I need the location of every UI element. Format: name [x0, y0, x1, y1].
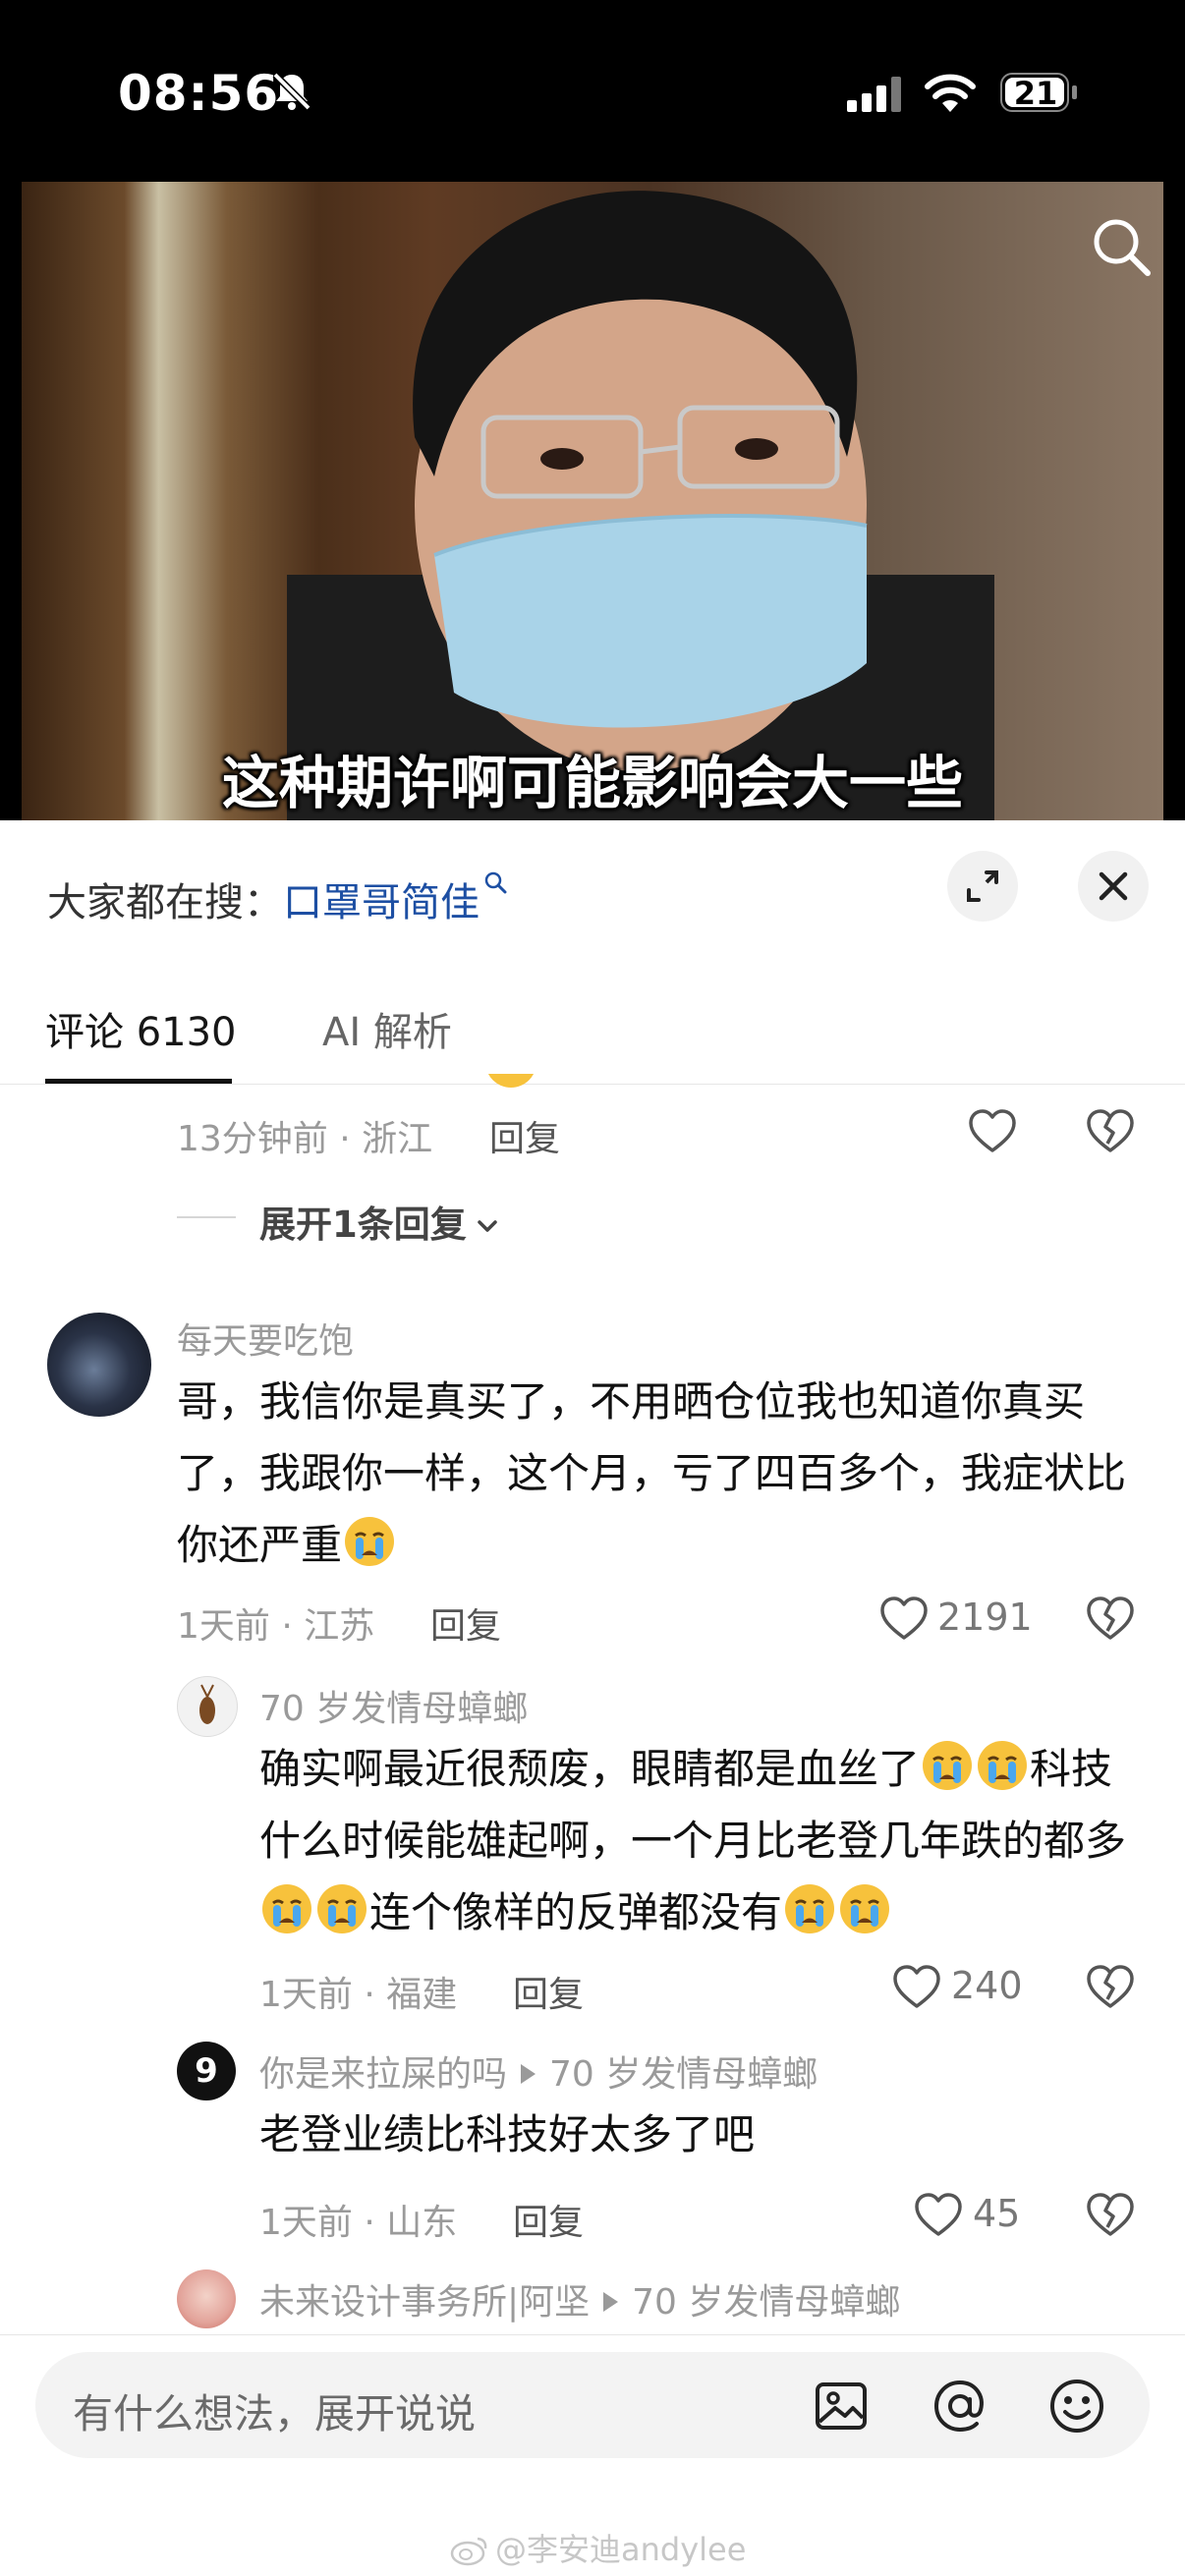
comment-meta: 1天前 · 江苏	[177, 1606, 375, 1647]
crying-emoji-icon	[978, 1741, 1028, 1790]
video-frame[interactable]	[22, 182, 1163, 820]
video-person-image	[287, 191, 994, 820]
broken-heart-icon[interactable]	[1086, 2192, 1135, 2239]
smiley-icon[interactable]	[1047, 2377, 1106, 2436]
heart-icon[interactable]	[914, 2192, 963, 2239]
battery-level: 21	[1013, 75, 1058, 112]
broken-heart-icon[interactable]	[1086, 1964, 1135, 2011]
divider	[177, 1216, 236, 1218]
comment-composer[interactable]: 有什么想法，展开说说	[35, 2352, 1150, 2458]
wifi-icon	[925, 74, 976, 112]
image-icon[interactable]	[814, 2379, 869, 2434]
comment-input[interactable]: 有什么想法，展开说说	[73, 2380, 476, 2439]
comment-text-part: 连个像样的反弹都没有	[369, 1888, 783, 1936]
avatar[interactable]	[47, 1313, 151, 1417]
close-icon	[1099, 871, 1128, 901]
like-count: 45	[973, 2192, 1021, 2235]
crying-emoji-icon	[487, 1074, 535, 1088]
like-count: 240	[951, 1964, 1023, 2007]
reply-arrow-icon	[521, 2064, 536, 2084]
expand-replies-label: 展开1条回复	[259, 1204, 467, 1246]
comment-username[interactable]: 未来设计事务所|阿坚	[259, 2282, 590, 2323]
status-bar: 08:56 21	[0, 0, 1185, 182]
reply-button[interactable]: 回复	[513, 1966, 584, 2017]
reply-button[interactable]: 回复	[489, 1110, 560, 1161]
comment-username-line: 未来设计事务所|阿坚 70 岁发情母蟑螂	[259, 2273, 900, 2324]
reply-to-username[interactable]: 70 岁发情母蟑螂	[549, 2054, 818, 2095]
crying-emoji-icon	[840, 1884, 890, 1933]
comment-text: 老登业绩比科技好太多了吧	[259, 2110, 756, 2158]
comment-text-content: 哥，我信你是真买了，不用晒仓位我也知道你真买了，我跟你一样，这个月，亏了四百多个…	[177, 1377, 1127, 1569]
status-time: 08:56	[118, 65, 280, 122]
avatar-image	[199, 1684, 215, 1724]
video-player[interactable]: 这种期许啊可能影响会大一些	[0, 182, 1185, 820]
reply-button[interactable]: 回复	[513, 2194, 584, 2245]
signal-icon	[847, 77, 901, 112]
search-icon	[484, 871, 507, 894]
reply-button[interactable]: 回复	[430, 1597, 501, 1649]
comment-meta: 13分钟前 · 浙江	[177, 1119, 433, 1159]
expand-button[interactable]	[947, 851, 1018, 922]
divider	[0, 2334, 1185, 2335]
crying-emoji-icon	[345, 1517, 395, 1566]
video-subtitle: 这种期许啊可能影响会大一些	[221, 750, 963, 816]
broken-heart-icon[interactable]	[1086, 1108, 1135, 1155]
bell-slash-icon	[272, 72, 311, 111]
comment-username[interactable]: 每天要吃饱	[177, 1313, 354, 1364]
crying-emoji-icon	[317, 1884, 367, 1933]
heart-icon[interactable]	[968, 1108, 1017, 1155]
search-icon[interactable]	[1091, 216, 1154, 279]
reply-to-username[interactable]: 70 岁发情母蟑螂	[632, 2282, 900, 2323]
comment-username[interactable]: 70 岁发情母蟑螂	[259, 1680, 528, 1731]
watermark-text: @李安迪andylee	[495, 2531, 747, 2568]
comment-sheet: 大家都在搜：口罩哥简佳 评论 6130 AI 解析 13分钟前 · 浙江 回复 …	[0, 823, 1185, 2576]
tab-ai-analysis[interactable]: AI 解析	[322, 1000, 452, 1057]
crying-emoji-icon	[262, 1884, 311, 1933]
trending-search-term[interactable]: 口罩哥简佳	[283, 880, 480, 925]
expand-replies-link[interactable]: 展开1条回复	[259, 1195, 502, 1248]
close-button[interactable]	[1078, 851, 1149, 922]
trending-search-prefix: 大家都在搜：	[47, 880, 283, 925]
weibo-icon	[450, 2537, 487, 2566]
comment-meta: 1天前 · 福建	[259, 1975, 458, 2015]
avatar[interactable]: 9	[177, 2042, 236, 2100]
trending-search[interactable]: 大家都在搜：口罩哥简佳	[47, 870, 509, 927]
reply-arrow-icon	[603, 2292, 619, 2312]
chevron-down-icon	[478, 1220, 497, 1232]
comment-text-part: 确实啊最近很颓废，眼睛都是血丝了	[259, 1745, 921, 1793]
comment-username[interactable]: 你是来拉屎的吗	[259, 2054, 507, 2095]
crying-emoji-icon	[785, 1884, 835, 1933]
avatar[interactable]	[177, 1676, 238, 1737]
avatar[interactable]	[177, 2269, 236, 2328]
crying-emoji-icon	[923, 1741, 973, 1790]
like-count: 2191	[937, 1596, 1033, 1639]
comment-meta: 1天前 · 山东	[259, 2203, 458, 2243]
broken-heart-icon[interactable]	[1086, 1596, 1135, 1643]
heart-icon[interactable]	[879, 1596, 929, 1643]
tab-comments[interactable]: 评论 6130	[45, 1000, 237, 1057]
comment-text: 哥，我信你是真买了，不用晒仓位我也知道你真买了，我跟你一样，这个月，亏了四百多个…	[177, 1366, 1140, 1581]
heart-icon[interactable]	[892, 1964, 941, 2011]
at-icon[interactable]	[931, 2378, 988, 2435]
watermark: @李安迪andylee	[450, 2525, 746, 2570]
comment-text: 确实啊最近很颓废，眼睛都是血丝了 科技什么时候能雄起啊，一个月比老登几年跌的都多连…	[259, 1733, 1144, 1948]
divider	[0, 1084, 1185, 1085]
comment-username-line: 你是来拉屎的吗 70 岁发情母蟑螂	[259, 2045, 818, 2097]
expand-icon	[967, 870, 998, 902]
